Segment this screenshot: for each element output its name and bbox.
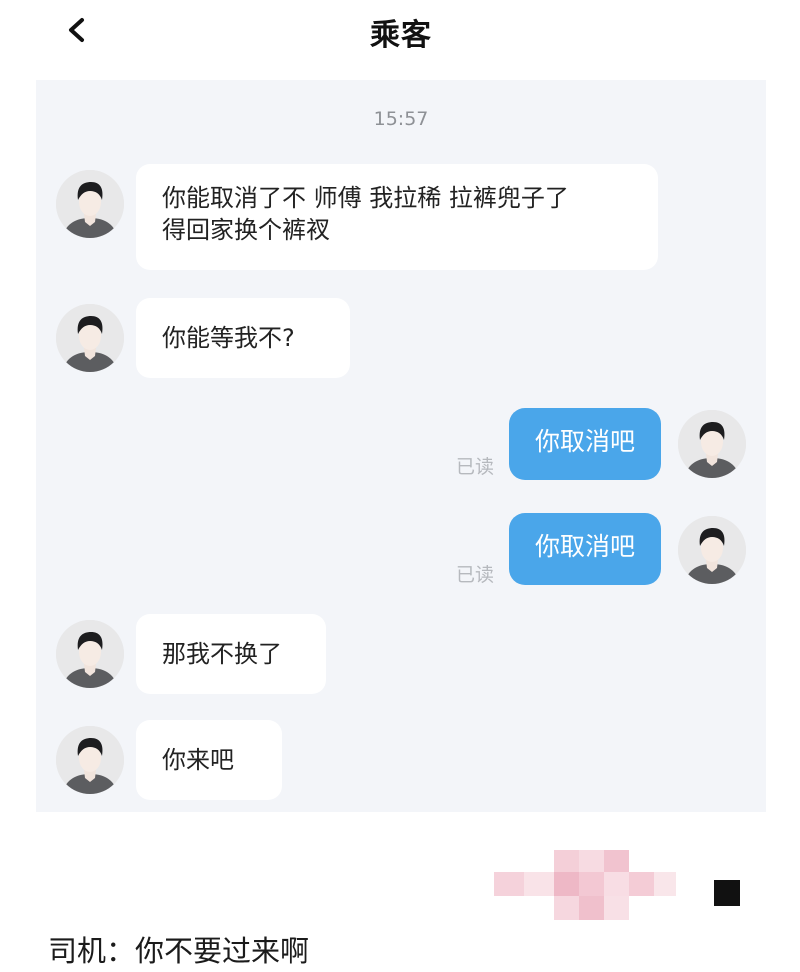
driver-avatar[interactable]: [678, 410, 746, 478]
caption-text: 司机：你不要过来啊: [48, 934, 310, 968]
chat-screen: 乘客 15:57 你能取消了不 师傅 我拉稀 拉裤兜子了 得回家换个裤衩 你能等…: [36, 0, 766, 812]
message-timestamp: 15:57: [373, 108, 429, 130]
message-bubble[interactable]: 你来吧: [136, 720, 282, 800]
passenger-avatar[interactable]: [56, 726, 124, 794]
message-bubble[interactable]: 你能取消了不 师傅 我拉稀 拉裤兜子了 得回家换个裤衩: [136, 164, 658, 270]
read-status: 已读: [456, 456, 495, 478]
black-square-mark: [714, 880, 740, 906]
chat-header: 乘客: [36, 0, 766, 80]
passenger-avatar[interactable]: [56, 620, 124, 688]
page-title: 乘客: [370, 18, 432, 53]
driver-avatar[interactable]: [678, 516, 746, 584]
passenger-avatar[interactable]: [56, 304, 124, 372]
message-bubble[interactable]: 你能等我不?: [136, 298, 350, 378]
passenger-avatar[interactable]: [56, 170, 124, 238]
read-status: 已读: [456, 564, 495, 586]
my-message-bubble[interactable]: 你取消吧: [509, 513, 661, 585]
my-message-bubble[interactable]: 你取消吧: [509, 408, 661, 480]
pixelated-mosaic: [494, 850, 694, 944]
message-bubble[interactable]: 那我不换了: [136, 614, 326, 694]
